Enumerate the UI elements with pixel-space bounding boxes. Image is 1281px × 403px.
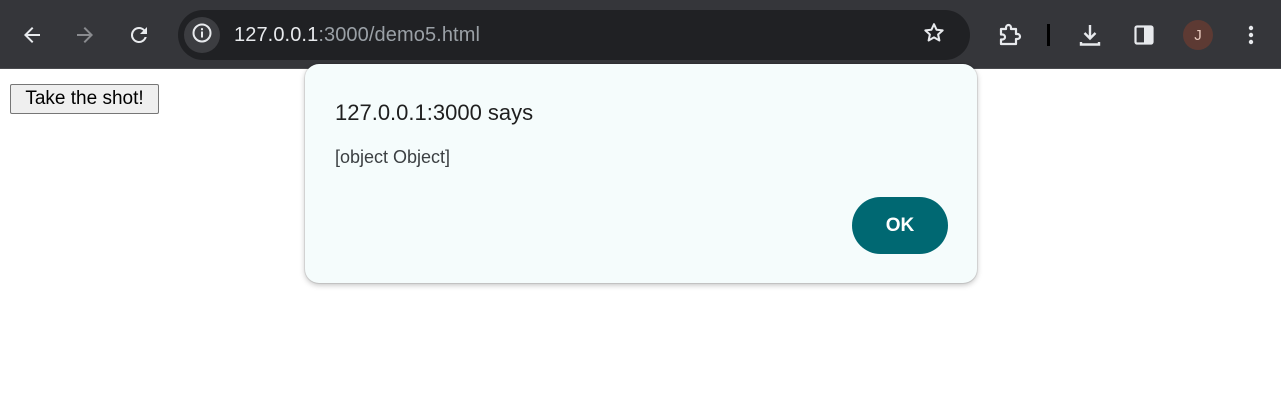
side-panel-button[interactable] [1126, 17, 1162, 53]
url-text[interactable]: 127.0.0.1:3000/demo5.html [234, 23, 480, 47]
extensions-button[interactable] [992, 17, 1028, 53]
forward-arrow-icon [73, 23, 97, 47]
download-icon [1077, 22, 1103, 48]
address-bar[interactable]: 127.0.0.1:3000/demo5.html [178, 10, 970, 60]
take-shot-button[interactable]: Take the shot! [10, 84, 159, 114]
back-button[interactable] [14, 17, 50, 53]
dialog-message: [object Object] [335, 147, 451, 167]
url-host: 127.0.0.1 [234, 24, 319, 46]
reload-icon [127, 23, 151, 47]
side-panel-icon [1132, 23, 1156, 47]
browser-toolbar: 127.0.0.1:3000/demo5.html J [0, 0, 1281, 69]
puzzle-icon [997, 22, 1023, 48]
alert-dialog: 127.0.0.1:3000 says [object Object] OK [305, 64, 977, 283]
site-info-icon [191, 22, 213, 49]
kebab-menu-icon [1239, 23, 1263, 47]
toolbar-divider [1047, 24, 1050, 46]
site-info-button[interactable] [184, 17, 220, 53]
menu-button[interactable] [1233, 17, 1269, 53]
ok-button[interactable]: OK [852, 197, 948, 254]
reload-button[interactable] [121, 17, 157, 53]
back-arrow-icon [20, 23, 44, 47]
profile-avatar[interactable]: J [1183, 20, 1213, 50]
forward-button[interactable] [67, 17, 103, 53]
bookmark-button[interactable] [916, 17, 952, 53]
downloads-button[interactable] [1072, 17, 1108, 53]
dialog-title: 127.0.0.1:3000 says [335, 100, 534, 125]
url-path: :3000/demo5.html [318, 24, 481, 46]
star-icon [922, 21, 946, 50]
